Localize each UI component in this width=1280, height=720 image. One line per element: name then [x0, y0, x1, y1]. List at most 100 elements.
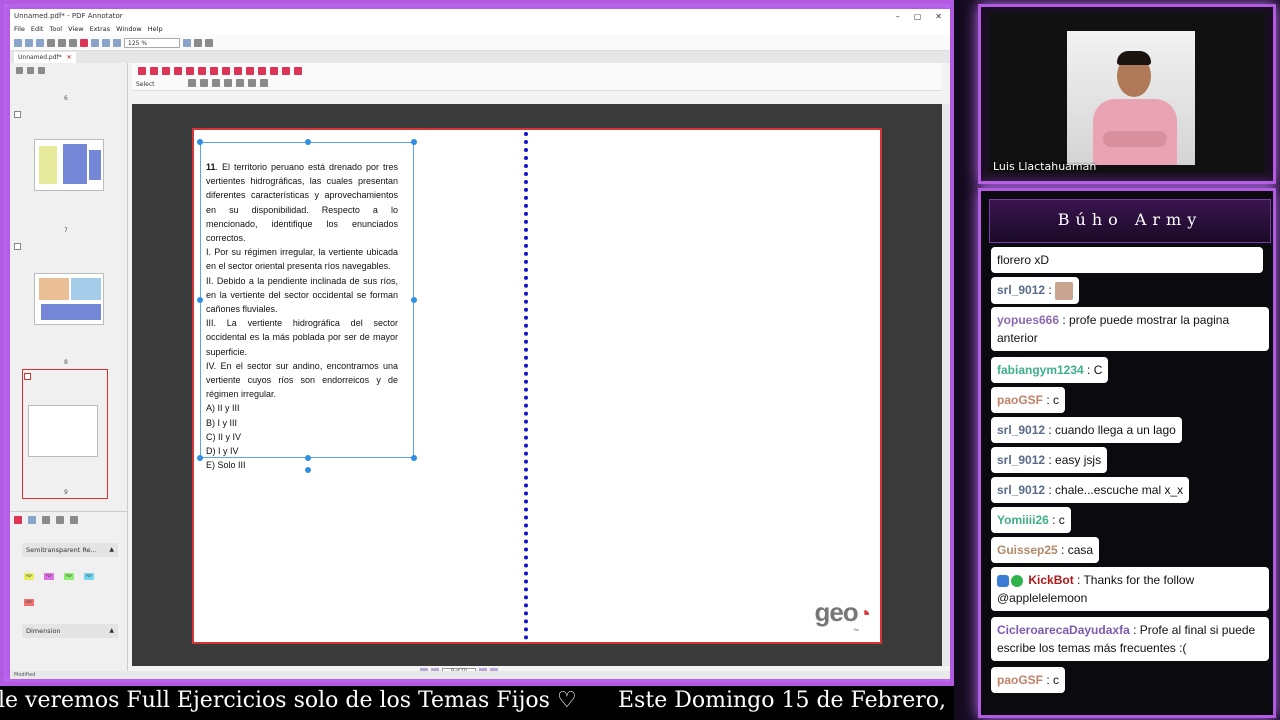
message-user[interactable]: srl_9012 — [997, 483, 1045, 497]
highlighter-magenta[interactable]: PDF — [44, 573, 54, 580]
pen-tool-icon[interactable] — [174, 67, 182, 75]
zoom-in-icon[interactable] — [183, 38, 191, 47]
group-icon[interactable] — [212, 79, 220, 87]
link-icon[interactable] — [258, 67, 266, 75]
delete-icon[interactable] — [80, 38, 88, 47]
vertical-scrollbar[interactable] — [942, 104, 950, 666]
message-text: C — [1090, 363, 1103, 377]
highlighter-yellow[interactable]: PDF — [24, 573, 34, 580]
panel-semitransparent[interactable]: Semitransparent Re... ▲ — [22, 543, 118, 557]
cut-icon[interactable] — [58, 38, 66, 47]
message-user[interactable]: paoGSF — [997, 393, 1043, 407]
message-user[interactable]: Guissep25 — [997, 543, 1058, 557]
message-user[interactable]: yopues666 — [997, 313, 1059, 327]
question-stem-text: . El territorio peruano está drenado por… — [206, 162, 398, 244]
menu-tool[interactable]: Tool — [49, 25, 62, 33]
zoom-tool-icon[interactable] — [162, 67, 170, 75]
message-user[interactable]: KickBot — [1028, 573, 1073, 587]
redo-icon[interactable] — [102, 38, 110, 47]
message-user[interactable]: srl_9012 — [997, 423, 1045, 437]
resize-handle[interactable] — [197, 139, 203, 145]
highlighter-cyan[interactable]: PDF — [84, 573, 94, 580]
chevron-up-icon[interactable]: ▲ — [109, 543, 114, 557]
highlighter-green[interactable]: PDF — [64, 573, 74, 580]
message-user[interactable]: srl_9012 — [997, 283, 1045, 297]
highlighter-red[interactable]: PDF — [24, 599, 34, 606]
page-thumbnail-9[interactable] — [28, 405, 98, 457]
text-tool-icon[interactable] — [198, 67, 206, 75]
undo-icon[interactable] — [91, 38, 99, 47]
chat-message: srl_9012 : cuando llega a un lago — [991, 417, 1182, 443]
distribute-icon[interactable] — [260, 79, 268, 87]
hand-icon[interactable] — [150, 67, 158, 75]
page-checkbox-checked[interactable] — [24, 373, 31, 380]
rectangle-icon[interactable] — [222, 67, 230, 75]
page-thumbnail-6[interactable] — [34, 139, 104, 191]
menu-help[interactable]: Help — [148, 25, 163, 33]
tab-unnamed-pdf[interactable]: Unnamed.pdf* ✕ — [14, 52, 76, 63]
page-number-8: 8 — [64, 359, 68, 366]
pdf-page[interactable]: 11. El territorio peruano está drenado p… — [192, 128, 882, 644]
fit-width-icon[interactable] — [205, 38, 213, 47]
resize-handle[interactable] — [411, 455, 417, 461]
line-icon[interactable] — [210, 67, 218, 75]
message-user[interactable]: paoGSF — [997, 673, 1043, 687]
edit-icon[interactable] — [56, 515, 64, 524]
print-icon[interactable] — [47, 38, 55, 47]
stamp-icon[interactable] — [246, 67, 254, 75]
heart-icon[interactable] — [294, 67, 302, 75]
news-ticker: le veremos Full Ejercicios solo de los T… — [0, 686, 954, 720]
format-tools-row — [188, 79, 268, 87]
fit-page-icon[interactable] — [194, 38, 202, 47]
heart-icon[interactable] — [70, 515, 78, 524]
message-text: c — [1055, 513, 1065, 527]
page-zoom-icon[interactable] — [38, 66, 45, 74]
image-icon[interactable] — [270, 67, 278, 75]
menu-file[interactable]: File — [14, 25, 25, 33]
resize-handle[interactable] — [197, 297, 203, 303]
rotate-icon[interactable] — [248, 79, 256, 87]
lock-icon[interactable] — [200, 79, 208, 87]
chevron-up-icon[interactable]: ▲ — [109, 624, 114, 638]
chat-frame: Búho Army florero xD srl_9012 : yopues66… — [978, 188, 1276, 718]
menu-edit[interactable]: Edit — [31, 25, 44, 33]
page-add-icon[interactable] — [16, 66, 23, 74]
select-arrow-icon[interactable] — [138, 67, 146, 75]
page-checkbox[interactable] — [14, 111, 21, 118]
menu-view[interactable]: View — [68, 25, 83, 33]
highlighter-icon[interactable] — [186, 67, 194, 75]
maximize-icon[interactable]: ▢ — [914, 12, 922, 21]
sigma-icon[interactable] — [282, 67, 290, 75]
resize-handle[interactable] — [411, 297, 417, 303]
message-user[interactable]: fabiangym1234 — [997, 363, 1084, 377]
page-checkbox[interactable] — [14, 243, 21, 250]
resize-handle[interactable] — [197, 455, 203, 461]
message-user[interactable]: Yomiiii26 — [997, 513, 1049, 527]
zoom-out-icon[interactable] — [113, 38, 121, 47]
resize-handle[interactable] — [305, 139, 311, 145]
message-user[interactable]: CicleroarecaDayudaxfa — [997, 623, 1130, 637]
resize-handle[interactable] — [411, 139, 417, 145]
close-icon[interactable]: ✕ — [935, 12, 942, 21]
menu-window[interactable]: Window — [116, 25, 142, 33]
logo-swoosh-icon: ◔ — [857, 601, 871, 626]
menu-extras[interactable]: Extras — [90, 25, 111, 33]
zoom-field[interactable]: 125 % — [124, 37, 180, 48]
align-icon[interactable] — [188, 79, 196, 87]
message-user[interactable]: srl_9012 — [997, 453, 1045, 467]
minimize-icon[interactable]: – — [896, 12, 900, 21]
page-view-icon[interactable] — [27, 66, 34, 74]
save-icon[interactable] — [36, 38, 44, 47]
remove-icon[interactable] — [42, 515, 50, 524]
open-icon[interactable] — [25, 38, 33, 47]
pen-icon[interactable] — [14, 515, 22, 524]
page-thumbnail-7[interactable] — [34, 273, 104, 325]
panel-dimension[interactable]: Dimension ▲ — [22, 624, 118, 638]
copy-icon[interactable] — [69, 38, 77, 47]
new-icon[interactable] — [14, 38, 22, 47]
close-tab-icon[interactable]: ✕ — [67, 54, 72, 61]
order-icon[interactable] — [224, 79, 232, 87]
ellipse-icon[interactable] — [234, 67, 242, 75]
flip-icon[interactable] — [236, 79, 244, 87]
add-icon[interactable] — [28, 515, 36, 524]
